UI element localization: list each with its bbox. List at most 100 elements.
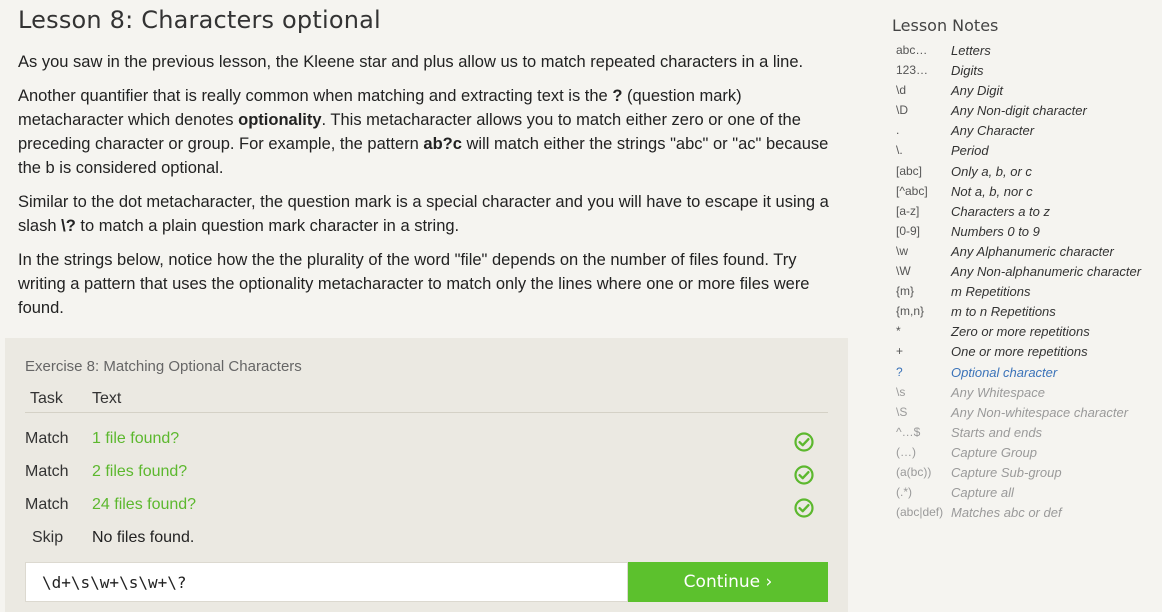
exercise-row: Match 1 file found? (25, 426, 828, 456)
note-symbol: \D (896, 103, 908, 118)
paragraph-text: to match a plain question mark character… (75, 217, 460, 235)
regex-input[interactable] (25, 562, 628, 602)
note-description: m Repetitions (951, 284, 1031, 300)
note-symbol: {m} (896, 284, 915, 299)
note-symbol: (abc|def) (896, 505, 944, 520)
check-circle-icon (794, 465, 814, 485)
note-item: + One or more repetitions (892, 342, 1162, 362)
note-symbol: . (896, 123, 900, 138)
emphasis-text: ? (612, 87, 623, 105)
note-description: Starts and ends (951, 424, 1043, 440)
paragraph-text: In the strings below, notice how the the… (18, 251, 810, 317)
note-item: \D Any Non-digit character (892, 101, 1162, 121)
row-text: 24 files found? (92, 496, 197, 513)
note-symbol: \s (896, 384, 906, 399)
lesson-content: Lesson 8: Characters optional As you saw… (18, 6, 848, 330)
lesson-title: Lesson 8: Characters optional (18, 6, 381, 34)
note-description: Capture Sub-group (951, 464, 1062, 480)
note-description: Period (951, 143, 989, 159)
note-description: m to n Repetitions (951, 304, 1056, 320)
lesson-paragraph: Another quantifier that is really common… (18, 84, 848, 180)
note-description: Numbers 0 to 9 (951, 223, 1040, 239)
note-item: 123… Digits (892, 61, 1162, 81)
note-symbol: abc… (896, 43, 928, 57)
note-description: Any Whitespace (951, 384, 1045, 400)
note-item: [a-z] Characters a to z (892, 202, 1162, 222)
note-description: Letters (951, 43, 991, 58)
note-symbol: ^…$ (896, 424, 921, 439)
emphasis-text: optionality (238, 111, 322, 129)
note-item: \d Any Digit (892, 81, 1162, 101)
note-symbol: [abc] (896, 163, 923, 178)
note-item: [abc] Only a, b, or c (892, 162, 1162, 182)
note-item: ? Optional character (892, 363, 1162, 383)
note-description: Matches abc or def (951, 505, 1062, 521)
note-description: Characters a to z (951, 203, 1050, 219)
note-description: Any Digit (951, 83, 1004, 99)
note-item: (abc|def) Matches abc or def (892, 503, 1162, 523)
note-symbol: \w (896, 243, 908, 258)
note-symbol: \W (896, 264, 911, 279)
note-item: * Zero or more repetitions (892, 322, 1162, 342)
note-item: \. Period (892, 141, 1162, 161)
note-item: {m} m Repetitions (892, 282, 1162, 302)
row-task: Match (25, 496, 69, 513)
note-symbol: {m,n} (896, 304, 925, 319)
note-item: (…) Capture Group (892, 443, 1162, 463)
lesson-notes-list: abc… Letters 123… Digits \d Any Digit \D Any No… (892, 41, 1162, 523)
lesson-paragraph: As you saw in the previous lesson, the K… (18, 50, 848, 74)
note-symbol: 123… (896, 63, 929, 78)
check-circle-icon (794, 498, 814, 518)
row-text: No files found. (92, 529, 195, 546)
note-description: Any Character (951, 123, 1035, 139)
note-description: Optional character (951, 364, 1058, 380)
check-circle-icon (794, 432, 814, 452)
lesson-notes-title: Lesson Notes (892, 16, 999, 35)
continue-button[interactable]: Continue › (628, 562, 828, 602)
note-item: [^abc] Not a, b, nor c (892, 182, 1162, 202)
note-item: . Any Character (892, 121, 1162, 141)
note-item: {m,n} m to n Repetitions (892, 302, 1162, 322)
note-symbol: (.*) (896, 485, 912, 500)
exercise-table-header: Task Text (25, 388, 828, 413)
note-description: Capture Group (951, 444, 1037, 460)
note-description: Capture all (951, 485, 1014, 501)
emphasis-text: ab?c (423, 135, 462, 153)
exercise-row: Match 2 files found? (25, 459, 828, 489)
note-description: Any Non-digit character (951, 103, 1087, 119)
note-description: Only a, b, or c (951, 163, 1032, 179)
paragraph-text: Another quantifier that is really common… (18, 87, 613, 105)
row-text: 1 file found? (92, 430, 180, 447)
note-item: abc… Letters (892, 41, 1162, 61)
lesson-paragraph: In the strings below, notice how the the… (18, 248, 848, 320)
note-description: Digits (951, 63, 984, 79)
note-description: Any Non-whitespace character (951, 404, 1129, 420)
exercise-title: Exercise 8: Matching Optional Characters (25, 358, 302, 375)
note-item: (a(bc)) Capture Sub-group (892, 463, 1162, 483)
note-item: \w Any Alphanumeric character (892, 242, 1162, 262)
note-symbol: (a(bc)) (896, 464, 932, 479)
note-symbol: + (896, 344, 904, 359)
note-symbol: \. (896, 143, 903, 158)
note-item: \S Any Non-whitespace character (892, 403, 1162, 423)
note-description: Any Alphanumeric character (951, 243, 1114, 259)
note-symbol: \d (896, 83, 907, 98)
note-symbol: ? (896, 364, 903, 379)
lesson-notes: Lesson Notes abc… Letters 123… Digits \d Any … (892, 16, 1162, 523)
lesson-paragraphs: As you saw in the previous lesson, the K… (18, 50, 848, 320)
note-symbol: [0-9] (896, 223, 921, 238)
note-symbol: \S (896, 404, 908, 419)
row-text: 2 files found? (92, 463, 188, 480)
note-symbol: [a-z] (896, 203, 920, 218)
column-text-header: Text (92, 390, 122, 407)
exercise-row: Match 24 files found? (25, 492, 828, 522)
paragraph-text: As you saw in the previous lesson, the K… (18, 53, 804, 71)
note-symbol: [^abc] (896, 183, 928, 198)
note-item: \s Any Whitespace (892, 383, 1162, 403)
column-task-header: Task (30, 390, 63, 407)
row-task: Match (25, 430, 69, 447)
note-symbol: (…) (896, 444, 916, 459)
note-item: [0-9] Numbers 0 to 9 (892, 222, 1162, 242)
note-item: \W Any Non-alphanumeric character (892, 262, 1162, 282)
exercise-panel: Exercise 8: Matching Optional Characters… (5, 338, 848, 612)
